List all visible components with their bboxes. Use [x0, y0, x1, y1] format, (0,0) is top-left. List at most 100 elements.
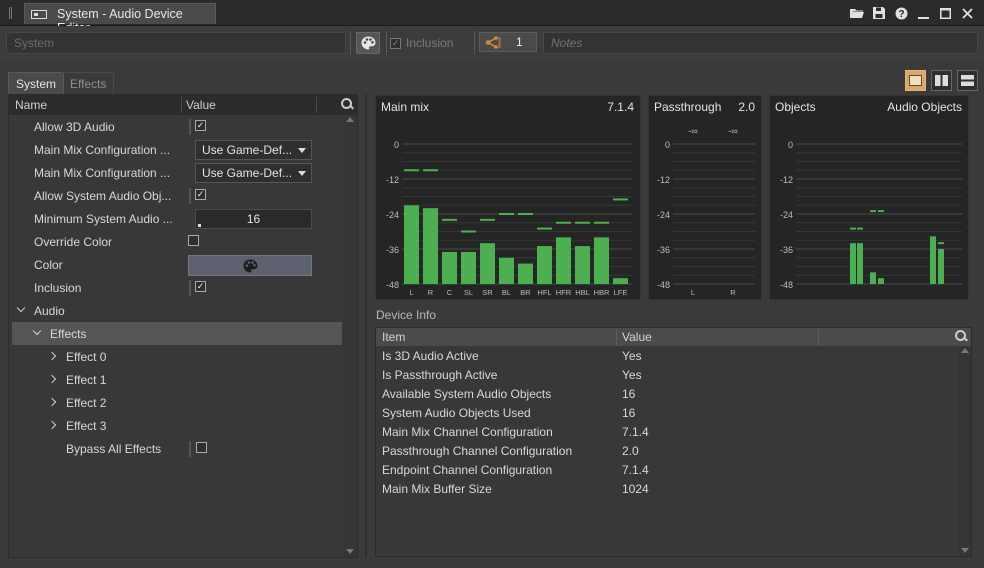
- chevron-down-icon[interactable]: [16, 303, 26, 313]
- scale-label: -48: [657, 280, 670, 290]
- scroll-down-icon[interactable]: [961, 548, 969, 553]
- minimize-icon[interactable]: [912, 3, 934, 23]
- device-info-scrollbar[interactable]: [958, 346, 971, 556]
- window-tab[interactable]: System - Audio Device Editor: [24, 3, 216, 35]
- channel-label: L: [691, 288, 695, 297]
- prop-row-color[interactable]: Color: [12, 253, 342, 276]
- tree-node-effect-1[interactable]: Effect 1: [12, 368, 342, 391]
- prop-row-allow-system-audio-objects[interactable]: Allow System Audio Obj... ✓: [12, 184, 342, 207]
- references-button[interactable]: 1: [479, 32, 537, 52]
- prop-row-minimum-system-audio[interactable]: Minimum System Audio ... 16: [12, 207, 342, 230]
- table-row[interactable]: Main Mix Buffer Size 1024: [376, 480, 956, 499]
- device-info-header: Item Value: [376, 328, 971, 346]
- main-mix-config-dropdown[interactable]: Use Game-Def...: [195, 140, 312, 160]
- item-column-header[interactable]: Item: [382, 330, 405, 344]
- value-divider: [189, 119, 191, 135]
- help-icon[interactable]: ?: [890, 3, 912, 23]
- table-row[interactable]: Passthrough Channel Configuration 2.0: [376, 442, 956, 461]
- tree-node-effect-2[interactable]: Effect 2: [12, 391, 342, 414]
- allow-system-audio-objects-checkbox[interactable]: ✓: [195, 189, 206, 200]
- value-cell: 7.1.4: [622, 425, 649, 439]
- table-row[interactable]: Is Passthrough Active Yes: [376, 366, 956, 385]
- drag-grip-icon[interactable]: [9, 7, 12, 19]
- peak-marker: [518, 213, 533, 215]
- override-color-checkbox[interactable]: ✓: [188, 235, 199, 246]
- editor-tabs: System Effects: [0, 64, 984, 94]
- peak-marker: [537, 227, 552, 230]
- notes-field[interactable]: Notes: [543, 32, 978, 54]
- chevron-right-icon[interactable]: [47, 351, 57, 361]
- minimum-system-audio-input[interactable]: 16: [195, 209, 312, 229]
- panel-splitter[interactable]: [365, 94, 367, 558]
- tree-label: Effects: [50, 327, 87, 341]
- prop-row-main-mix-config[interactable]: Main Mix Configuration ... Use Game-Def.…: [12, 138, 342, 161]
- level-bar: [938, 249, 944, 284]
- peak-marker: [423, 169, 438, 172]
- object-name-field[interactable]: System: [6, 32, 346, 54]
- value-cell: 16: [622, 406, 636, 420]
- table-row[interactable]: Main Mix Channel Configuration 7.1.4: [376, 423, 956, 442]
- tree-node-effects[interactable]: Effects: [12, 322, 342, 345]
- column-divider[interactable]: [316, 97, 317, 113]
- chevron-right-icon[interactable]: [47, 374, 57, 384]
- share-icon: [485, 36, 501, 49]
- column-divider[interactable]: [616, 329, 617, 345]
- table-row[interactable]: Is 3D Audio Active Yes: [376, 347, 956, 366]
- tree-label: Effect 1: [66, 373, 107, 387]
- prop-row-override-color[interactable]: Override Color ✓: [12, 230, 342, 253]
- table-row[interactable]: Available System Audio Objects 16: [376, 385, 956, 404]
- tree-node-effect-0[interactable]: Effect 0: [12, 345, 342, 368]
- chevron-right-icon[interactable]: [47, 420, 57, 430]
- search-icon[interactable]: [955, 330, 967, 342]
- prop-row-main-mix-config[interactable]: Main Mix Configuration ... Use Game-Def.…: [12, 161, 342, 184]
- scroll-up-icon[interactable]: [961, 348, 969, 353]
- column-divider[interactable]: [181, 97, 182, 113]
- color-button[interactable]: [356, 32, 380, 54]
- value-column-header[interactable]: Value: [186, 98, 216, 112]
- chevron-right-icon[interactable]: [47, 397, 57, 407]
- color-swatch-button[interactable]: [188, 255, 312, 276]
- prop-row-bypass-all-effects[interactable]: Bypass All Effects ✓: [12, 437, 342, 460]
- peak-marker: [594, 221, 609, 224]
- inclusion-prop-checkbox[interactable]: ✓: [195, 281, 206, 292]
- bypass-all-effects-checkbox[interactable]: ✓: [196, 442, 207, 453]
- scroll-up-icon[interactable]: [346, 117, 354, 122]
- prop-label: Main Mix Configuration ...: [34, 166, 171, 180]
- prop-row-allow-3d-audio[interactable]: Allow 3D Audio ✓: [12, 115, 342, 138]
- property-scrollbar[interactable]: [343, 115, 357, 557]
- tree-label: Effect 3: [66, 419, 107, 433]
- maximize-icon[interactable]: [934, 3, 956, 23]
- layout-columns-icon[interactable]: [931, 70, 952, 91]
- tab-effects[interactable]: Effects: [62, 72, 115, 94]
- table-row[interactable]: Endpoint Channel Configuration 7.1.4: [376, 461, 956, 480]
- inclusion-toggle[interactable]: ✓ Inclusion: [390, 36, 453, 50]
- value-column-header[interactable]: Value: [622, 330, 652, 344]
- value-cell: 7.1.4: [622, 463, 649, 477]
- name-column-header[interactable]: Name: [15, 98, 47, 112]
- column-divider[interactable]: [818, 329, 819, 345]
- scroll-down-icon[interactable]: [346, 549, 354, 554]
- main-mix-config-dropdown[interactable]: Use Game-Def...: [195, 163, 312, 183]
- tree-node-effect-3[interactable]: Effect 3: [12, 414, 342, 437]
- peak-marker: [480, 218, 495, 221]
- level-bar: [499, 257, 514, 284]
- inclusion-checkbox[interactable]: ✓: [390, 37, 401, 49]
- level-bar: [870, 272, 876, 284]
- layout-rows-icon[interactable]: [957, 70, 978, 91]
- table-row[interactable]: System Audio Objects Used 16: [376, 404, 956, 423]
- save-icon[interactable]: [868, 3, 890, 23]
- channel-label: BL: [502, 288, 511, 297]
- chevron-down-icon[interactable]: [32, 326, 42, 336]
- close-icon[interactable]: [956, 3, 978, 23]
- tab-system[interactable]: System: [8, 72, 65, 94]
- tree-node-audio[interactable]: Audio: [12, 299, 342, 322]
- palette-icon: [243, 259, 257, 272]
- peak-marker: [930, 236, 936, 239]
- layout-single-icon[interactable]: [905, 70, 926, 91]
- item-cell: Is 3D Audio Active: [382, 349, 479, 363]
- prop-label: Minimum System Audio ...: [34, 212, 173, 226]
- prop-row-inclusion[interactable]: Inclusion ✓: [12, 276, 342, 299]
- allow-3d-audio-checkbox[interactable]: ✓: [195, 120, 206, 131]
- search-icon[interactable]: [341, 98, 353, 110]
- folder-icon[interactable]: [846, 3, 868, 23]
